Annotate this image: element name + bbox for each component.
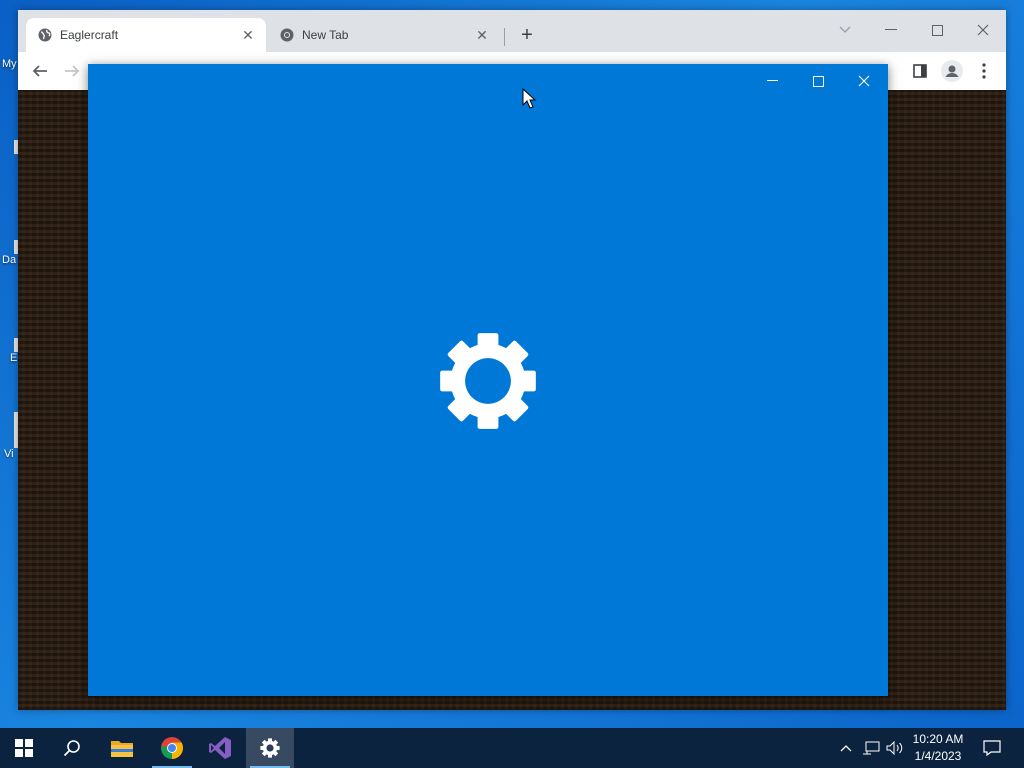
close-tab-icon[interactable]: ✕ [240,27,256,43]
tab-title: Eaglercraft [60,28,119,42]
tab-strip: Eaglercraft ✕ New Tab ✕ + [18,10,1006,52]
desktop-icon[interactable]: E [0,338,20,364]
maximize-icon[interactable] [922,16,952,44]
system-clock[interactable]: 10:20 AM 1/4/2023 [906,731,970,765]
chrome-icon [161,737,183,759]
search-button[interactable] [48,728,96,768]
close-window-icon[interactable] [841,70,887,92]
tab-search-icon[interactable] [830,16,860,44]
notifications-button[interactable] [978,728,1006,768]
forward-icon[interactable] [60,59,84,83]
action-center-icon [983,740,1001,756]
desktop-icon[interactable]: Da [0,240,20,266]
tab-separator [504,28,505,46]
chevron-up-icon [840,745,852,752]
start-button[interactable] [0,728,48,768]
chrome-taskbar-button[interactable] [148,728,196,768]
menu-icon[interactable] [972,59,996,83]
visual-studio-button[interactable] [196,728,244,768]
gear-icon [260,738,280,758]
desktop-icon[interactable]: My [0,58,20,70]
desktop-icon[interactable]: Vi [0,412,20,460]
chrome-icon [280,28,294,42]
close-window-icon[interactable] [968,16,998,44]
settings-window [88,64,888,696]
minimize-icon[interactable] [876,16,906,44]
visual-studio-icon [209,737,231,759]
side-panel-icon[interactable] [908,59,932,83]
globe-icon [38,28,52,42]
network-icon[interactable] [860,728,882,768]
clock-date: 1/4/2023 [914,749,962,763]
settings-taskbar-button[interactable] [246,728,294,768]
close-tab-icon[interactable]: ✕ [474,27,490,43]
desktop-icon[interactable] [0,140,20,154]
taskbar: 10:20 AM 1/4/2023 [0,728,1024,768]
new-tab-button[interactable]: + [516,25,538,47]
folder-icon [111,741,133,757]
windows-logo-icon [15,739,33,757]
minimize-icon[interactable] [749,70,795,92]
file-explorer-button[interactable] [98,728,146,768]
mouse-cursor-icon [522,88,536,109]
back-icon[interactable] [28,59,52,83]
gear-icon [440,333,536,429]
search-icon [63,740,80,757]
tab-new-tab[interactable]: New Tab ✕ [268,18,500,52]
show-hidden-icons-button[interactable] [836,728,856,768]
tab-title: New Tab [302,28,349,42]
profile-avatar-icon[interactable] [940,59,964,83]
clock-time: 10:20 AM [912,732,964,746]
maximize-icon[interactable] [795,70,841,92]
tab-eaglercraft[interactable]: Eaglercraft ✕ [26,18,266,52]
volume-icon[interactable] [884,728,906,768]
